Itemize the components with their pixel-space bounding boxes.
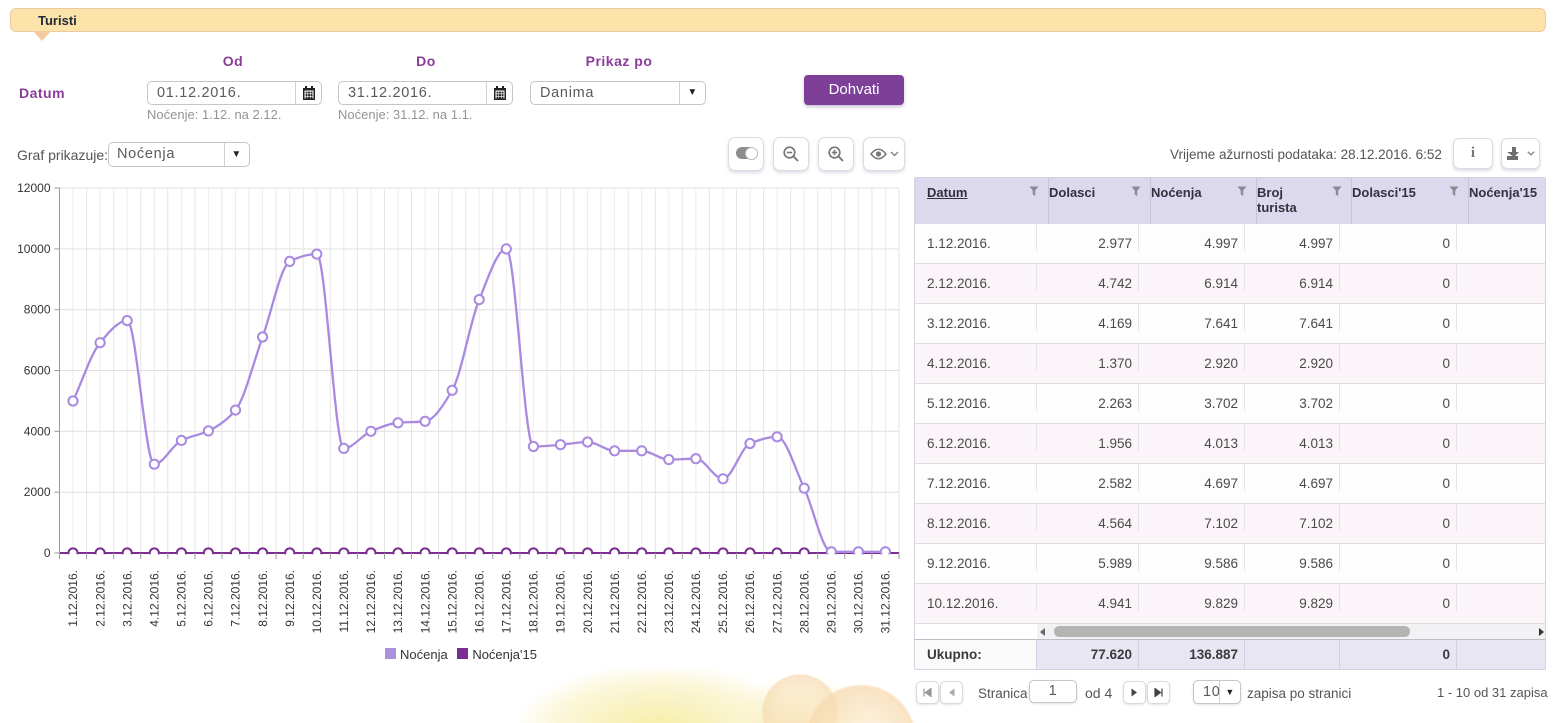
svg-text:23.12.2016.: 23.12.2016.: [662, 570, 676, 633]
svg-text:2000: 2000: [24, 485, 51, 499]
svg-text:29.12.2016.: 29.12.2016.: [825, 570, 839, 633]
svg-text:21.12.2016.: 21.12.2016.: [608, 570, 622, 633]
svg-text:8000: 8000: [24, 303, 51, 317]
svg-text:4.12.2016.: 4.12.2016.: [148, 570, 162, 627]
svg-text:18.12.2016.: 18.12.2016.: [527, 570, 541, 633]
svg-text:9.12.2016.: 9.12.2016.: [283, 570, 297, 627]
svg-text:8.12.2016.: 8.12.2016.: [256, 570, 270, 627]
svg-text:30.12.2016.: 30.12.2016.: [852, 570, 866, 633]
svg-text:31.12.2016.: 31.12.2016.: [879, 570, 893, 633]
svg-text:7.12.2016.: 7.12.2016.: [229, 570, 243, 627]
svg-text:6000: 6000: [24, 364, 51, 378]
svg-text:12000: 12000: [17, 181, 51, 195]
svg-text:20.12.2016.: 20.12.2016.: [581, 570, 595, 633]
svg-text:2.12.2016.: 2.12.2016.: [93, 570, 107, 627]
svg-text:1.12.2016.: 1.12.2016.: [66, 570, 80, 627]
svg-text:19.12.2016.: 19.12.2016.: [554, 570, 568, 633]
svg-text:3.12.2016.: 3.12.2016.: [120, 570, 134, 627]
svg-text:12.12.2016.: 12.12.2016.: [364, 570, 378, 633]
svg-text:15.12.2016.: 15.12.2016.: [445, 570, 459, 633]
svg-text:10000: 10000: [17, 242, 51, 256]
svg-text:25.12.2016.: 25.12.2016.: [716, 570, 730, 633]
svg-text:13.12.2016.: 13.12.2016.: [391, 570, 405, 633]
svg-text:5.12.2016.: 5.12.2016.: [175, 570, 189, 627]
svg-text:16.12.2016.: 16.12.2016.: [472, 570, 486, 633]
svg-text:11.12.2016.: 11.12.2016.: [337, 570, 351, 633]
svg-text:4000: 4000: [24, 424, 51, 438]
svg-text:0: 0: [44, 546, 51, 560]
svg-text:6.12.2016.: 6.12.2016.: [202, 570, 216, 627]
svg-text:22.12.2016.: 22.12.2016.: [635, 570, 649, 633]
svg-text:10.12.2016.: 10.12.2016.: [310, 570, 324, 633]
svg-text:28.12.2016.: 28.12.2016.: [797, 570, 811, 633]
svg-text:26.12.2016.: 26.12.2016.: [743, 570, 757, 633]
svg-text:17.12.2016.: 17.12.2016.: [500, 570, 514, 633]
svg-text:14.12.2016.: 14.12.2016.: [418, 570, 432, 633]
svg-text:24.12.2016.: 24.12.2016.: [689, 570, 703, 633]
svg-text:27.12.2016.: 27.12.2016.: [770, 570, 784, 633]
